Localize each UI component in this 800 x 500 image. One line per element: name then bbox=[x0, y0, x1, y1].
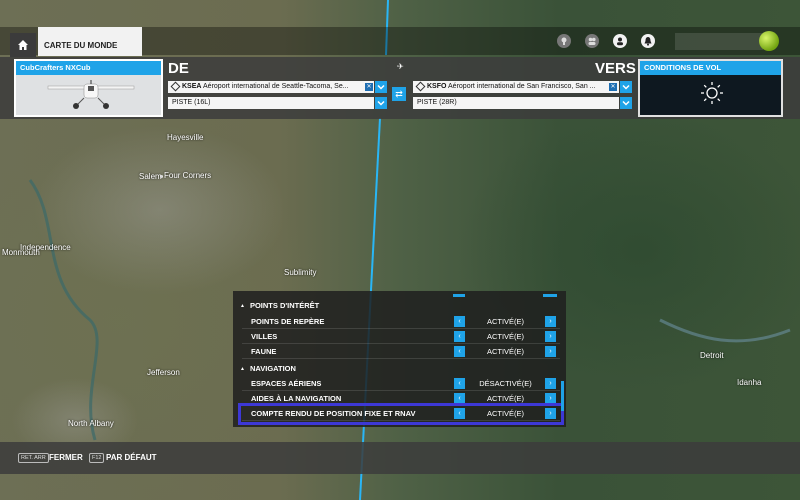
tab-world-map[interactable]: CARTE DU MONDE bbox=[38, 27, 142, 56]
previous-arrow-button[interactable]: ‹ bbox=[454, 316, 465, 327]
collapse-triangle-icon: ▲ bbox=[240, 366, 245, 373]
home-icon bbox=[18, 40, 28, 50]
section-points-of-interest: ▲ POINTS D'INTÉRÊT bbox=[240, 301, 320, 310]
map-filters-panel[interactable]: ▲ POINTS D'INTÉRÊT POINTS DE REPÈRE ‹ ACT… bbox=[233, 291, 566, 427]
scroll-indicator bbox=[453, 294, 465, 297]
arrival-airport-name: Aéroport international de San Francisco,… bbox=[448, 83, 596, 90]
next-arrow-button[interactable]: › bbox=[545, 316, 556, 327]
swap-airports-button[interactable]: ⇄ bbox=[392, 87, 406, 101]
option-row-airspaces[interactable]: ESPACES AÉRIENS ‹ DÉSACTIVÉ(E) › bbox=[242, 377, 560, 391]
next-arrow-button[interactable]: › bbox=[545, 378, 556, 389]
next-arrow-button[interactable]: › bbox=[545, 408, 556, 419]
previous-arrow-button[interactable]: ‹ bbox=[454, 408, 465, 419]
arrival-airport-code: KSFO bbox=[427, 83, 447, 90]
map-label-salem: Salem bbox=[139, 172, 162, 181]
clear-departure-button[interactable]: ✕ bbox=[365, 83, 373, 91]
option-row-cities[interactable]: VILLES ‹ ACTIVÉ(E) › bbox=[242, 330, 560, 344]
next-arrow-button[interactable]: › bbox=[545, 393, 556, 404]
previous-arrow-button[interactable]: ‹ bbox=[454, 393, 465, 404]
flight-conditions-title: CONDITIONS DE VOL bbox=[640, 61, 781, 75]
aircraft-selection-card[interactable]: CubCrafters NXCub bbox=[14, 59, 163, 117]
map-label-sublimity: Sublimity bbox=[284, 268, 317, 277]
aircraft-thumbnail-icon bbox=[47, 80, 135, 109]
map-label-hayesville: Hayesville bbox=[167, 133, 204, 142]
map-label-detroit: Detroit bbox=[700, 351, 724, 360]
option-row-landmarks[interactable]: POINTS DE REPÈRE ‹ ACTIVÉ(E) › bbox=[242, 315, 560, 329]
arrival-airport-dropdown[interactable] bbox=[620, 81, 632, 93]
map-label-jefferson: Jefferson bbox=[147, 368, 180, 377]
panel-scrollbar[interactable] bbox=[561, 381, 564, 411]
arrival-runway-field[interactable]: PISTE (28R) bbox=[413, 97, 619, 109]
plane-icon: ✈ bbox=[397, 62, 404, 71]
friends-icon bbox=[588, 37, 596, 45]
departure-airport-field[interactable]: KSEA Aéroport international de Seattle-T… bbox=[168, 81, 374, 93]
section-navigation: ▲ NAVIGATION bbox=[240, 364, 296, 373]
next-arrow-button[interactable]: › bbox=[545, 331, 556, 342]
departure-airport-name: Aéroport international de Seattle-Tacoma… bbox=[203, 83, 349, 90]
previous-arrow-button[interactable]: ‹ bbox=[454, 346, 465, 357]
avatar[interactable] bbox=[759, 31, 779, 51]
departure-airport-code: KSEA bbox=[182, 83, 202, 90]
departure-header: DE bbox=[168, 60, 189, 77]
departure-runway-dropdown[interactable] bbox=[375, 97, 387, 109]
arrival-header: VERS bbox=[595, 60, 636, 77]
chevron-down-icon bbox=[377, 84, 385, 90]
scroll-indicator bbox=[543, 294, 557, 297]
option-row-wildlife[interactable]: FAUNE ‹ ACTIVÉ(E) › bbox=[242, 345, 560, 359]
previous-arrow-button[interactable]: ‹ bbox=[454, 331, 465, 342]
close-key-hint: RET. ARR bbox=[18, 453, 49, 463]
profile-icon bbox=[617, 37, 623, 46]
flight-conditions-card[interactable]: CONDITIONS DE VOL bbox=[638, 59, 783, 117]
profile-button[interactable] bbox=[613, 34, 627, 48]
chevron-down-icon bbox=[377, 100, 385, 106]
airport-icon bbox=[415, 81, 426, 92]
friends-button[interactable] bbox=[585, 34, 599, 48]
notification-icon bbox=[644, 37, 652, 46]
previous-arrow-button[interactable]: ‹ bbox=[454, 378, 465, 389]
reset-default-button[interactable]: PAR DÉFAUT bbox=[106, 453, 157, 462]
achievements-icon bbox=[561, 37, 567, 45]
next-arrow-button[interactable]: › bbox=[545, 346, 556, 357]
map-label-four-corners: Four Corners bbox=[164, 171, 212, 180]
departure-runway-field[interactable]: PISTE (16L) bbox=[168, 97, 374, 109]
arrival-airport-field[interactable]: KSFO Aéroport international de San Franc… bbox=[413, 81, 619, 93]
collapse-triangle-icon: ▲ bbox=[240, 303, 245, 310]
default-key-hint: F12 bbox=[89, 453, 105, 463]
map-label-idanha: Idanha bbox=[737, 378, 762, 387]
map-label-monmouth: Monmouth bbox=[2, 248, 40, 257]
notification-button[interactable] bbox=[641, 34, 655, 48]
clear-arrival-button[interactable]: ✕ bbox=[609, 83, 617, 91]
sun-icon bbox=[701, 82, 723, 104]
achievements-button[interactable] bbox=[557, 34, 571, 48]
chevron-down-icon bbox=[622, 84, 630, 90]
chevron-down-icon bbox=[622, 100, 630, 106]
airport-icon bbox=[170, 81, 181, 92]
option-row-fix-rnav-reporting[interactable]: COMPTE RENDU DE POSITION FIXE ET RNAV ‹ … bbox=[238, 403, 564, 425]
home-button[interactable] bbox=[10, 33, 36, 57]
departure-airport-dropdown[interactable] bbox=[375, 81, 387, 93]
option-row-navigation-aids[interactable]: AIDES À LA NAVIGATION ‹ ACTIVÉ(E) › bbox=[242, 392, 560, 406]
aircraft-name: CubCrafters NXCub bbox=[16, 61, 161, 75]
close-button[interactable]: FERMER bbox=[49, 453, 83, 462]
user-gamertag-box[interactable] bbox=[675, 33, 763, 50]
map-label-north-albany: North Albany bbox=[68, 419, 114, 428]
arrival-runway-dropdown[interactable] bbox=[620, 97, 632, 109]
